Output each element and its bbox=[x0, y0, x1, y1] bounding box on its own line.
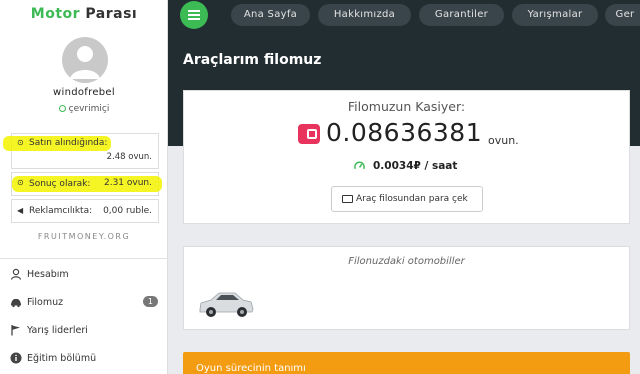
withdraw-button[interactable]: Araç filosundan para çek bbox=[331, 186, 483, 212]
online-dot-icon bbox=[58, 105, 66, 112]
cars-title: Filonuzdaki otomobiller bbox=[348, 256, 465, 267]
car-icon bbox=[11, 299, 21, 308]
sidebar-item-label: Eğitim bölümü bbox=[27, 353, 97, 364]
menu-toggle-button[interactable] bbox=[180, 1, 208, 29]
ads-stat: ◀ Reklamcılıkta: 0,00 ruble. bbox=[11, 199, 159, 223]
sidebar-item-label: Yarış liderleri bbox=[27, 325, 88, 336]
circle-dot-icon: ⊙ bbox=[17, 138, 24, 147]
fleet-cashier-card: Filomuzun Kasiyer: 0.08636381 ovun. 0.00… bbox=[183, 90, 630, 224]
brand-part1: Motor bbox=[30, 6, 81, 22]
banner-label: Oyun sürecinin tanımı bbox=[196, 363, 306, 374]
online-status-label: çevrimiçi bbox=[68, 104, 110, 114]
ads-label: Reklamcılıkta: bbox=[29, 206, 93, 216]
sidebar-item-label: Filomuz bbox=[27, 297, 64, 308]
nav-guarantees[interactable]: Garantiler bbox=[419, 4, 504, 26]
withdraw-label: Araç filosundan para çek bbox=[356, 194, 468, 204]
sidebar-item-fleet[interactable]: Filomuz 1 bbox=[0, 290, 168, 316]
user-avatar-icon bbox=[70, 46, 100, 79]
ads-value: 0,00 ruble. bbox=[103, 206, 152, 216]
earning-rate: 0.0034₽ / saat bbox=[373, 160, 458, 172]
menu-divider bbox=[0, 258, 168, 259]
username: windofrebel bbox=[53, 87, 115, 98]
megaphone-icon: ◀ bbox=[17, 206, 24, 215]
result-label: Sonuç olarak: bbox=[29, 179, 91, 189]
hamburger-icon bbox=[188, 18, 200, 20]
purchase-label: Satın alındığında: bbox=[29, 138, 108, 148]
hamburger-icon bbox=[188, 14, 200, 16]
nav-competitions[interactable]: Yarışmalar bbox=[512, 4, 598, 26]
purchase-value: 2.48 ovun. bbox=[106, 152, 152, 162]
info-icon bbox=[10, 352, 22, 364]
circle-dot-icon: ⊙ bbox=[17, 178, 24, 187]
speedometer-icon bbox=[354, 161, 365, 170]
brand-logo[interactable]: Motor Parası bbox=[0, 6, 168, 22]
cashier-amount-unit: ovun. bbox=[488, 134, 519, 147]
result-value: 2.31 ovun. bbox=[103, 178, 152, 188]
nav-about[interactable]: Hakkımızda bbox=[318, 4, 411, 26]
site-label: FRUITMONEY.ORG bbox=[37, 232, 131, 241]
fleet-count-badge: 1 bbox=[142, 296, 158, 307]
online-status: çevrimiçi bbox=[0, 104, 168, 114]
flag-icon bbox=[11, 325, 20, 336]
car-icon[interactable] bbox=[197, 285, 255, 319]
nav-more[interactable]: Ger bbox=[605, 4, 640, 26]
wallet-icon bbox=[298, 124, 320, 144]
cashier-amount: 0.08636381 bbox=[326, 118, 483, 147]
nav-home[interactable]: Ana Sayfa bbox=[231, 4, 310, 26]
sidebar-item-label: Hesabım bbox=[27, 269, 69, 280]
purchase-stat: ⊙ Satın alındığında: 2.48 ovun. bbox=[3, 133, 159, 169]
brand-part2: Parası bbox=[85, 6, 138, 22]
avatar[interactable] bbox=[62, 37, 108, 83]
game-description-banner[interactable]: Oyun sürecinin tanımı bbox=[183, 352, 630, 374]
sidebar-item-leaders[interactable]: Yarış liderleri bbox=[0, 318, 168, 344]
money-icon bbox=[342, 195, 353, 203]
fleet-cars-card: Filonuzdaki otomobiller bbox=[183, 246, 630, 330]
cashier-title: Filomuzun Kasiyer: bbox=[347, 99, 466, 114]
sidebar: Motor Parası windofrebel çevrimiçi ⊙ Sat… bbox=[0, 0, 168, 374]
result-stat: ⊙ Sonuç olarak: 2.31 ovun. bbox=[11, 172, 162, 196]
sidebar-item-tutorial[interactable]: Eğitim bölümü bbox=[0, 346, 168, 372]
user-icon bbox=[10, 268, 22, 280]
hamburger-icon bbox=[188, 10, 200, 12]
sidebar-item-account[interactable]: Hesabım bbox=[0, 262, 168, 288]
page-title: Araçlarım filomuz bbox=[183, 52, 322, 68]
